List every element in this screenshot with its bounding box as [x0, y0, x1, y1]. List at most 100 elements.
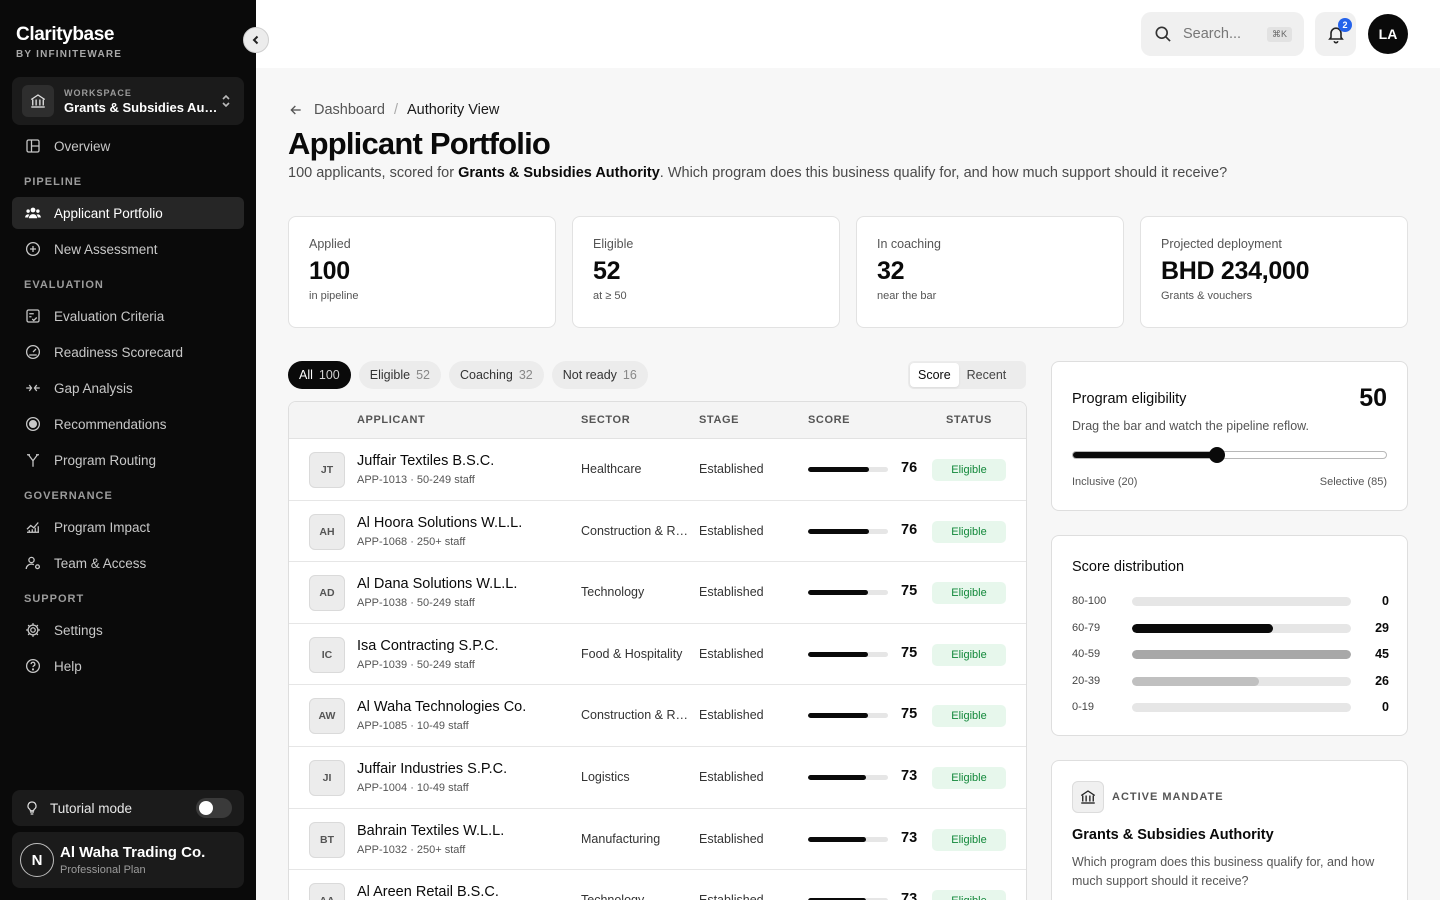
- applicant-name[interactable]: Al Waha Technologies Co.: [357, 699, 526, 715]
- score-bar: [808, 836, 888, 842]
- sidebar-item-new-assessment[interactable]: New Assessment: [12, 233, 244, 265]
- nav-section-support: SUPPORT: [24, 592, 85, 605]
- split-arrows-icon: [26, 384, 40, 392]
- eligibility-title: Program eligibility: [1072, 391, 1187, 407]
- notifications-button[interactable]: 2: [1315, 12, 1356, 56]
- table-row[interactable]: JI Juffair Industries S.P.C. APP-1004 · 10…: [289, 747, 1026, 809]
- chip-label: Coaching: [459, 368, 513, 382]
- score-bar-fill: [808, 774, 867, 780]
- page-subtitle: 100 applicants, scored for Grants & Subs…: [288, 165, 1227, 181]
- tutorial-mode-toggle[interactable]: [196, 798, 232, 818]
- applicant-sector: Construction & Real Estate: [581, 523, 689, 538]
- badge-check-icon: [25, 416, 41, 432]
- column-header-sector[interactable]: SECTOR: [581, 414, 630, 426]
- distribution-range: 0-19: [1072, 701, 1095, 713]
- stat-note: in pipeline: [309, 290, 359, 302]
- mandate-description: Which program does this business qualify…: [1072, 855, 1375, 888]
- table-row[interactable]: AD Al Dana Solutions W.L.L. APP-1038 · 50-…: [289, 562, 1026, 624]
- sidebar: Claritybase BY INFINITEWARE WORKSPACE Gr…: [0, 0, 256, 900]
- distribution-row: 40-59 45: [1072, 646, 1389, 662]
- applicant-stage: Established: [699, 523, 764, 538]
- sidebar-item-applicant-portfolio[interactable]: Applicant Portfolio: [12, 197, 244, 229]
- sidebar-item-settings[interactable]: Settings: [12, 614, 244, 646]
- score-distribution-panel: Score distribution 80-100 0 60-79 29 40-59 45…: [1051, 535, 1408, 736]
- breadcrumb: Dashboard / Authority View: [288, 100, 499, 120]
- search-input[interactable]: Search... ⌘K: [1141, 12, 1304, 56]
- distribution-range: 80-100: [1072, 595, 1107, 607]
- applicant-meta: APP-1039 · 50-249 staff: [357, 658, 475, 671]
- column-header-status[interactable]: STATUS: [946, 414, 992, 426]
- applicant-name[interactable]: Isa Contracting S.P.C.: [357, 638, 499, 654]
- program-eligibility-panel: Program eligibility 50 Drag the bar and …: [1051, 361, 1408, 511]
- sidebar-item-program-routing[interactable]: Program Routing: [12, 444, 244, 476]
- chip-label: All: [299, 368, 313, 382]
- applicant-score: 75: [901, 706, 918, 723]
- workspace-name: Grants & Subsidies Authority: [64, 99, 218, 115]
- applicant-sector: Manufacturing: [581, 831, 661, 846]
- sidebar-item-gap-analysis[interactable]: Gap Analysis: [12, 372, 244, 404]
- applicant-name[interactable]: Al Dana Solutions W.L.L.: [357, 576, 517, 592]
- applicant-score: 73: [901, 829, 918, 846]
- applicant-sector: Logistics: [581, 769, 630, 784]
- table-row[interactable]: AH Al Hoora Solutions W.L.L. APP-1068 · 25…: [289, 501, 1026, 563]
- sidebar-item-team-access[interactable]: Team & Access: [12, 547, 244, 579]
- applicant-stage: Established: [699, 769, 764, 784]
- applicant-name[interactable]: Al Hoora Solutions W.L.L.: [357, 515, 522, 531]
- sidebar-item-recommendations[interactable]: Recommendations: [12, 408, 244, 440]
- account-plan: Professional Plan: [60, 864, 146, 876]
- column-header-stage[interactable]: STAGE: [699, 414, 739, 426]
- lightbulb-icon: [27, 801, 37, 815]
- nav-section-governance: GOVERNANCE: [24, 489, 113, 502]
- stat-note: Grants & vouchers: [1161, 290, 1253, 302]
- distribution-count: 29: [1375, 620, 1389, 635]
- checklist-icon: [26, 309, 40, 323]
- applicant-name[interactable]: Al Areen Retail B.S.C.: [357, 884, 499, 900]
- breadcrumb-dashboard[interactable]: Dashboard: [314, 102, 385, 118]
- table-row[interactable]: AAAl Areen Retail B.S.C.APP-1021 · 10-49…: [289, 870, 1026, 900]
- eligibility-slider[interactable]: [1072, 447, 1387, 463]
- score-bar: [808, 651, 888, 657]
- applicant-name[interactable]: Bahrain Textiles W.L.L.: [357, 823, 504, 839]
- slider-thumb[interactable]: [1209, 447, 1226, 463]
- applicant-name[interactable]: Juffair Textiles B.S.C.: [357, 453, 494, 469]
- nav-section-evaluation: EVALUATION: [24, 278, 104, 291]
- stat-label: Applied: [309, 237, 351, 251]
- score-bar: [808, 590, 888, 596]
- stat-label: Eligible: [593, 237, 634, 251]
- search-shortcut: ⌘K: [1266, 26, 1292, 42]
- applicant-name[interactable]: Juffair Industries S.P.C.: [357, 761, 507, 777]
- sidebar-item-label: Gap Analysis: [54, 380, 133, 396]
- sidebar-item-evaluation-criteria[interactable]: Evaluation Criteria: [12, 300, 244, 332]
- plus-circle-icon: [25, 241, 41, 257]
- route-fork-icon: [27, 454, 39, 467]
- distribution-track: [1132, 597, 1351, 606]
- sidebar-item-help[interactable]: Help: [12, 650, 244, 682]
- distribution-count: 26: [1375, 673, 1389, 688]
- score-bar-fill: [808, 713, 868, 719]
- sort-by-score-button[interactable]: Score: [910, 363, 959, 387]
- account-switcher[interactable]: N Al Waha Trading Co. Professional Plan: [12, 832, 244, 888]
- sidebar-item-overview[interactable]: Overview: [12, 130, 244, 162]
- applicant-initials: AW: [309, 698, 345, 735]
- user-avatar[interactable]: LA: [1368, 14, 1408, 54]
- subtitle-authority: Grants & Subsidies Authority: [458, 165, 660, 181]
- sidebar-item-readiness-scorecard[interactable]: Readiness Scorecard: [12, 336, 244, 368]
- stat-label: Projected deployment: [1161, 237, 1282, 251]
- column-header-applicant[interactable]: APPLICANT: [357, 414, 425, 426]
- applicant-meta: APP-1004 · 10-49 staff: [357, 781, 469, 794]
- filter-chip-coaching[interactable]: Coaching 32: [448, 361, 544, 389]
- table-row[interactable]: BT Bahrain Textiles W.L.L. APP-1032 · 250+…: [289, 809, 1026, 871]
- table-row[interactable]: JT Juffair Textiles B.S.C. APP-1013 · 50-2…: [289, 439, 1026, 501]
- sidebar-item-program-impact[interactable]: Program Impact: [12, 511, 244, 543]
- filter-chip-not-ready[interactable]: Not ready 16: [551, 361, 648, 389]
- arrow-left-icon[interactable]: [288, 102, 304, 118]
- filter-chip-eligible[interactable]: Eligible 52: [358, 361, 441, 389]
- table-row[interactable]: AW Al Waha Technologies Co. APP-1085 · 10-…: [289, 685, 1026, 747]
- collapse-sidebar-button[interactable]: [243, 27, 269, 53]
- score-bar: [808, 467, 888, 472]
- filter-chip-all[interactable]: All 100: [288, 361, 351, 389]
- workspace-switcher[interactable]: WORKSPACE Grants & Subsidies Authority: [12, 77, 244, 125]
- table-row[interactable]: IC Isa Contracting S.P.C. APP-1039 · 50-24…: [289, 624, 1026, 686]
- column-header-score[interactable]: SCORE: [808, 414, 850, 426]
- sort-by-recent-button[interactable]: Recent: [959, 363, 1015, 387]
